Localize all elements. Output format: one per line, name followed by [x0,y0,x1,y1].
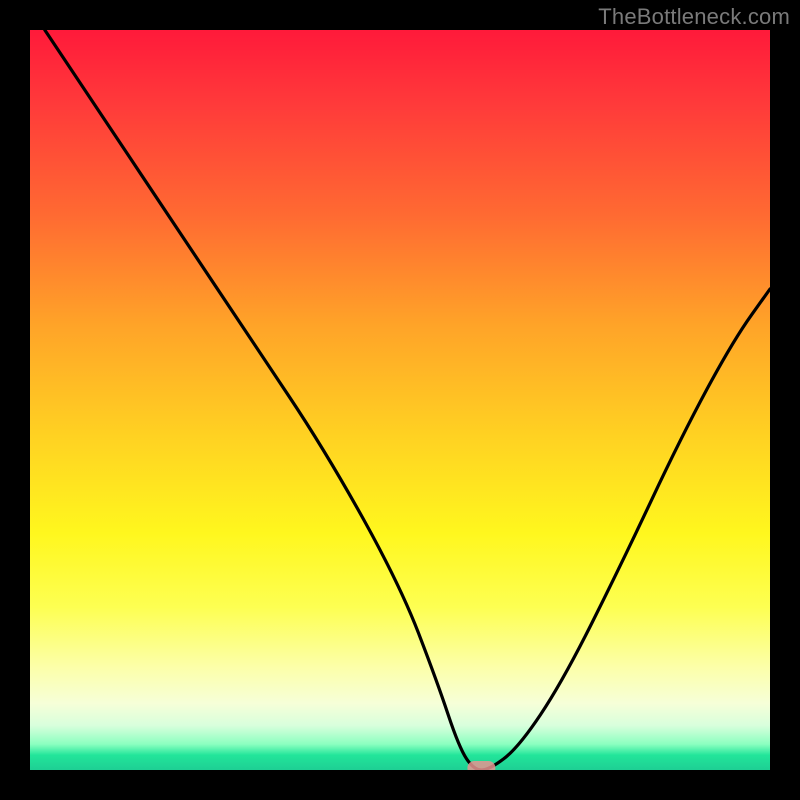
curve-svg [30,30,770,770]
plot-area [30,30,770,770]
chart-frame: TheBottleneck.com [0,0,800,800]
watermark-text: TheBottleneck.com [598,4,790,30]
bottleneck-curve [45,30,770,770]
min-marker [467,761,495,770]
